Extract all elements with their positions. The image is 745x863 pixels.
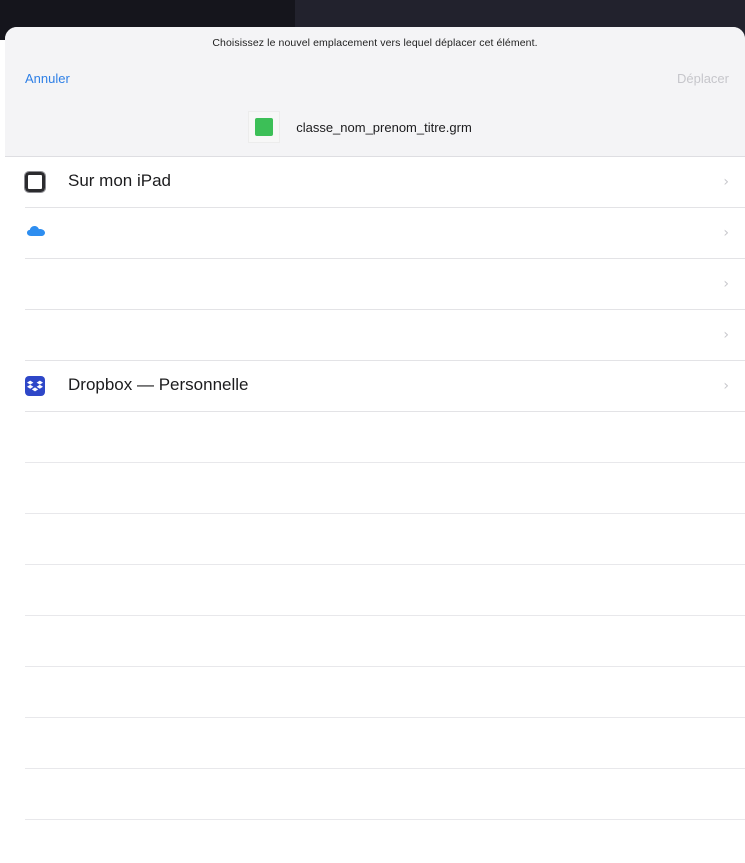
empty-row	[25, 412, 745, 463]
sheet-header: Choisissez le nouvel emplacement vers le…	[5, 27, 745, 157]
empty-row	[25, 514, 745, 565]
file-icon	[255, 118, 274, 136]
dropbox-icon	[25, 376, 45, 396]
chevron-right-icon: ›	[723, 276, 729, 292]
chevron-right-icon: ›	[723, 225, 729, 241]
file-thumbnail	[248, 111, 281, 143]
empty-row	[25, 667, 745, 718]
file-preview: classe_nom_prenom_titre.grm	[5, 111, 745, 143]
ipad-icon	[25, 172, 45, 192]
empty-row	[25, 769, 745, 820]
move-sheet: Choisissez le nouvel emplacement vers le…	[5, 27, 745, 863]
empty-row	[25, 616, 745, 667]
empty-row	[25, 718, 745, 769]
location-item[interactable]: ›	[25, 259, 745, 310]
location-on-my-ipad[interactable]: Sur mon iPad ›	[25, 157, 745, 208]
location-item[interactable]: ›	[25, 310, 745, 361]
location-label: Sur mon iPad	[68, 171, 171, 190]
location-icloud[interactable]: ›	[25, 208, 745, 259]
empty-row	[25, 565, 745, 616]
chevron-right-icon: ›	[723, 174, 729, 190]
icloud-icon	[27, 226, 45, 236]
location-dropbox[interactable]: Dropbox — Personnelle ›	[25, 361, 745, 412]
empty-row	[25, 463, 745, 514]
move-prompt: Choisissez le nouvel emplacement vers le…	[212, 37, 538, 49]
cancel-button[interactable]: Annuler	[25, 71, 70, 86]
move-button[interactable]: Déplacer	[677, 71, 729, 86]
chevron-right-icon: ›	[723, 378, 729, 394]
file-name: classe_nom_prenom_titre.grm	[296, 119, 472, 135]
location-label: Dropbox — Personnelle	[68, 375, 249, 394]
chevron-right-icon: ›	[723, 327, 729, 343]
location-list: Sur mon iPad › › › › Dropbox — Personnel…	[5, 157, 745, 820]
